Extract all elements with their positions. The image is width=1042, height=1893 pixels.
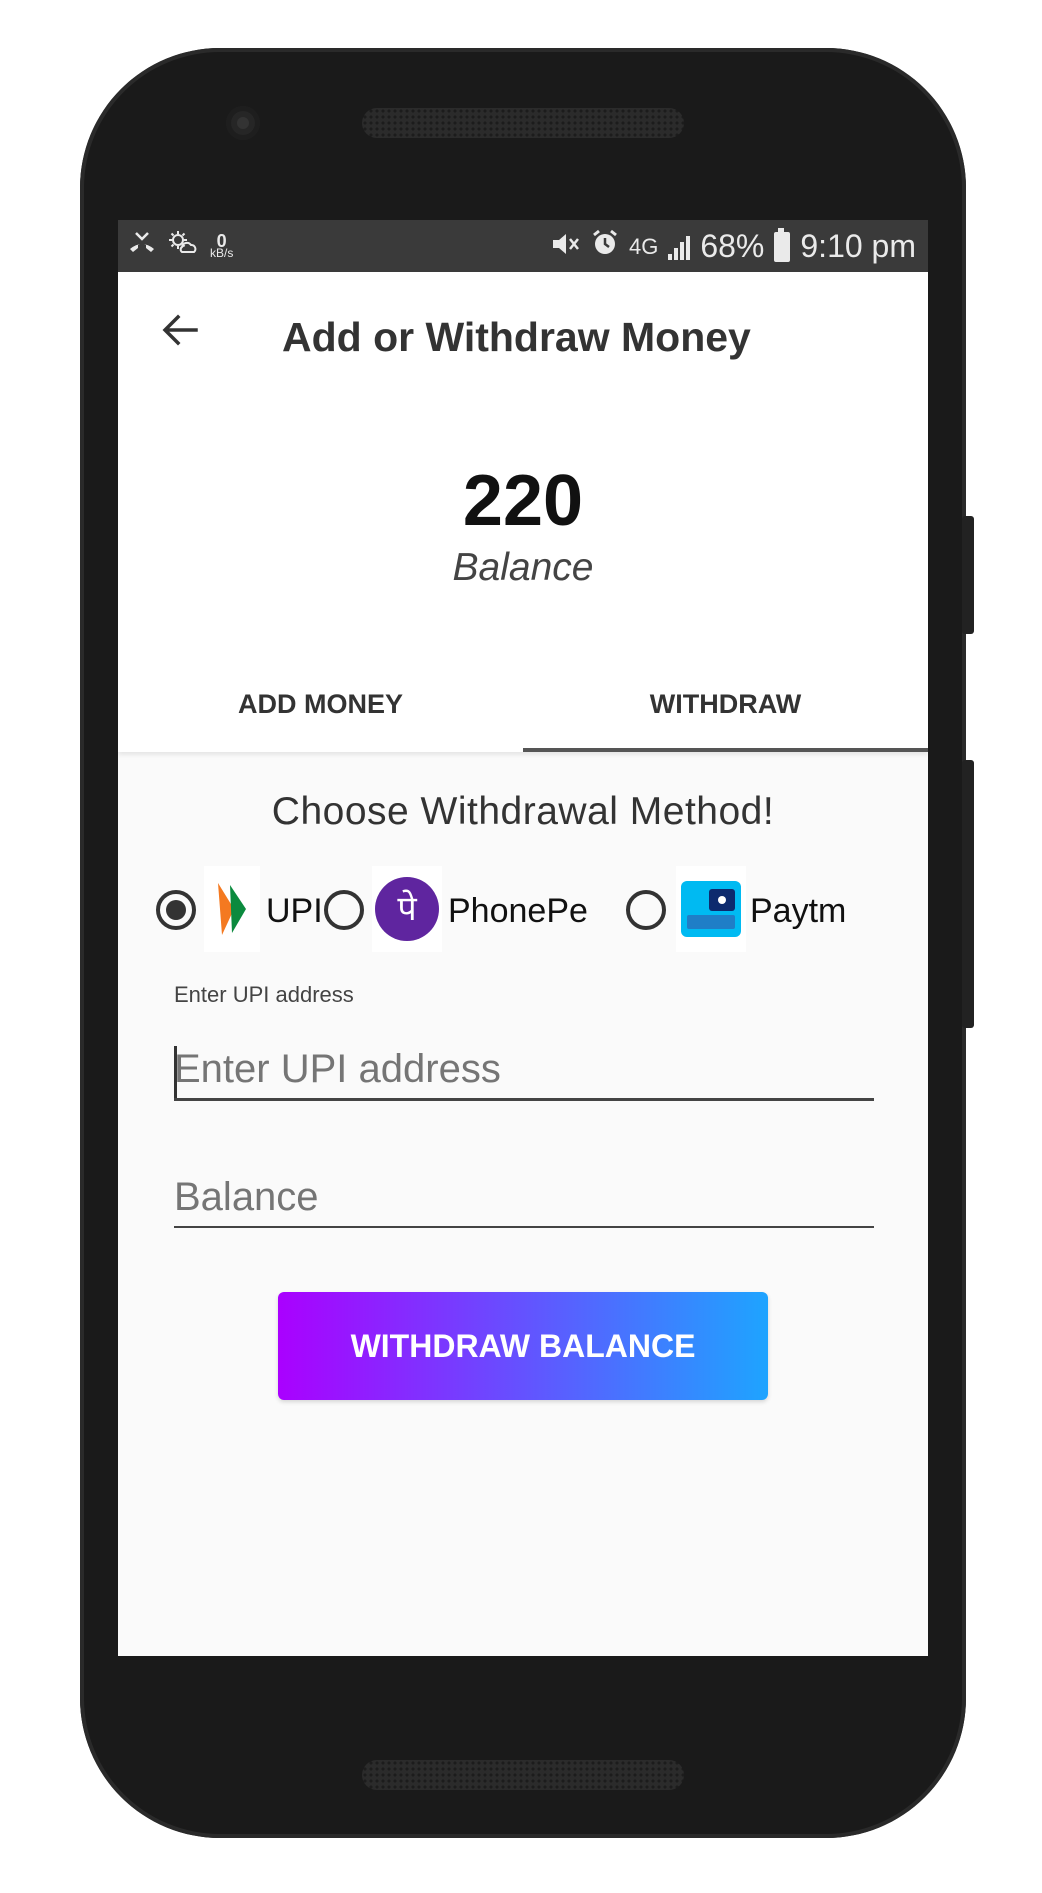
tab-add-money[interactable]: ADD MONEY — [118, 662, 523, 746]
active-tab-indicator — [523, 748, 928, 752]
method-label-upi: UPI — [266, 892, 323, 930]
page-title: Add or Withdraw Money — [282, 314, 751, 360]
withdrawal-method-group: UPI पे PhonePe Paytm — [156, 860, 926, 960]
svg-text:पे: पे — [397, 889, 417, 929]
mute-icon — [551, 228, 581, 265]
data-speed-indicator: 0 kB/s — [210, 232, 234, 260]
header: Add or Withdraw Money 220 Balance ADD MO… — [118, 272, 928, 752]
alarm-icon — [591, 228, 619, 265]
radio-paytm[interactable] — [626, 890, 666, 930]
power-button — [962, 516, 974, 634]
text-cursor — [174, 1046, 177, 1098]
app-screen: 0 kB/s 4G 68% 9:10 pm Add or Withdraw Mo… — [118, 220, 928, 1656]
bottom-speaker — [362, 1760, 684, 1790]
signal-icon — [668, 234, 691, 260]
clock: 9:10 pm — [800, 228, 916, 264]
upi-logo-icon — [204, 866, 260, 952]
back-arrow-icon[interactable] — [160, 310, 200, 350]
balance-input[interactable] — [174, 1168, 874, 1228]
status-bar: 0 kB/s 4G 68% 9:10 pm — [118, 220, 928, 272]
upi-field-label: Enter UPI address — [174, 982, 354, 1007]
radio-phonepe[interactable] — [324, 890, 364, 930]
network-type: 4G — [628, 233, 659, 259]
volume-button — [962, 760, 974, 1028]
weather-icon — [168, 230, 198, 263]
method-heading: Choose Withdrawal Method! — [271, 790, 775, 833]
battery-icon — [774, 227, 791, 262]
data-speed-unit: kB/s — [210, 245, 234, 260]
radio-upi[interactable] — [156, 890, 196, 930]
method-label-phonepe: PhonePe — [448, 892, 588, 930]
missed-call-icon — [128, 231, 156, 262]
balance-label: Balance — [452, 546, 594, 589]
tab-withdraw[interactable]: WITHDRAW — [523, 662, 928, 746]
method-label-paytm: Paytm — [750, 892, 847, 930]
paytm-logo-icon — [676, 866, 746, 952]
phonepe-logo-icon: पे — [372, 866, 442, 952]
earpiece-speaker — [362, 108, 684, 138]
balance-amount: 220 — [462, 461, 584, 541]
upi-address-input[interactable] — [174, 1040, 874, 1101]
withdraw-balance-button[interactable]: WITHDRAW BALANCE — [278, 1292, 768, 1400]
battery-percent: 68% — [700, 228, 765, 264]
front-camera — [226, 106, 260, 140]
